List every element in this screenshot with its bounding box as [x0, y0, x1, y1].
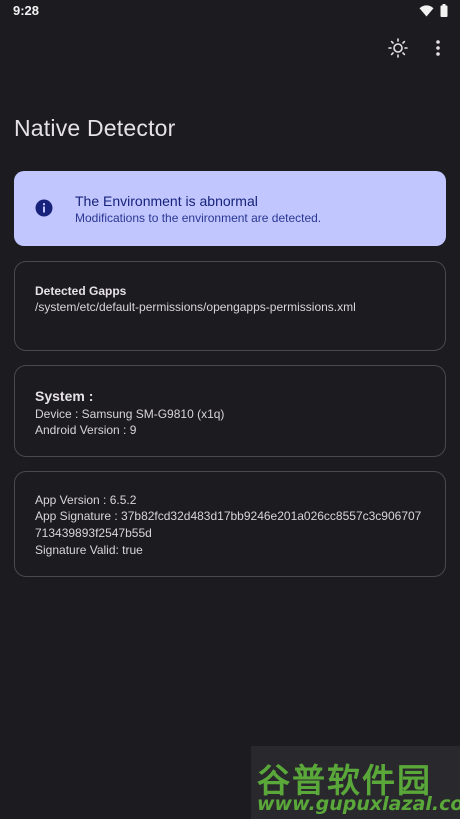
watermark: 谷普软件园 www.gupuxlazal.com	[251, 746, 460, 819]
alert-message: Modifications to the environment are det…	[75, 211, 322, 225]
app-version: App Version : 6.5.2	[35, 493, 137, 507]
more-vert-icon[interactable]	[426, 36, 450, 60]
device-info: Device : Samsung SM-G9810 (x1q)	[35, 407, 225, 421]
signature-valid: Signature Valid: true	[35, 543, 143, 557]
app-signature: App Signature : 37b82fcd32d483d17bb9246e…	[35, 509, 422, 523]
alert-title: The Environment is abnormal	[75, 193, 258, 209]
screen: 9:28 Native Detector The Environment is …	[0, 0, 460, 819]
top-actions	[386, 36, 450, 60]
wifi-icon	[419, 4, 434, 22]
gapps-path: /system/etc/default-permissions/opengapp…	[35, 300, 356, 314]
brightness-icon[interactable]	[386, 36, 410, 60]
gapps-card: Detected Gapps /system/etc/default-permi…	[14, 261, 446, 351]
page-title: Native Detector	[14, 115, 176, 141]
status-icons	[419, 4, 448, 22]
gapps-heading: Detected Gapps	[35, 284, 127, 298]
system-card: System : Device : Samsung SM-G9810 (x1q)…	[14, 365, 446, 457]
info-icon	[35, 199, 53, 217]
battery-icon	[440, 4, 448, 22]
watermark-url: www.gupuxlazal.com	[257, 793, 460, 815]
android-version: Android Version : 9	[35, 423, 137, 437]
environment-alert-card: The Environment is abnormal Modification…	[14, 171, 446, 246]
status-time: 9:28	[13, 3, 40, 18]
status-bar: 9:28	[0, 0, 460, 22]
app-signature-cont: 713439893f2547b55d	[35, 526, 152, 540]
system-heading: System :	[35, 388, 94, 404]
app-info-card: App Version : 6.5.2 App Signature : 37b8…	[14, 471, 446, 577]
